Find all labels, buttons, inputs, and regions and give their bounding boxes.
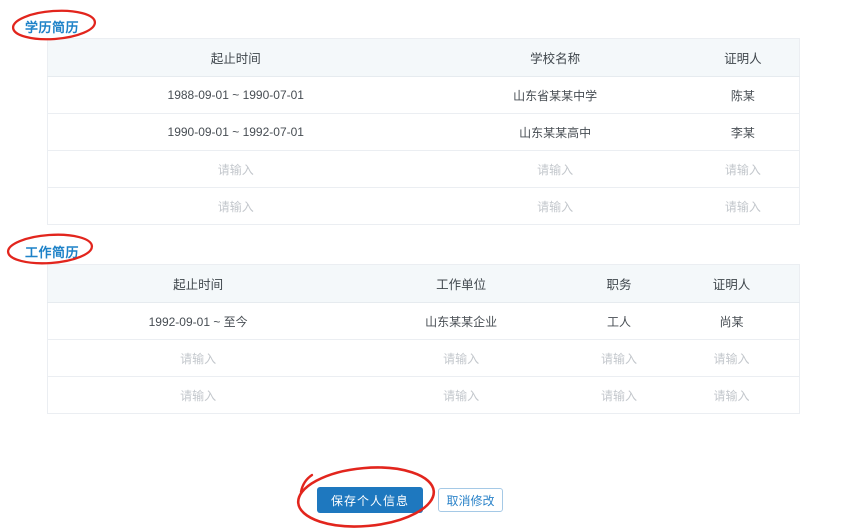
work-time-range-input-placeholder[interactable]: 请输入 xyxy=(48,340,349,377)
work-position-cell[interactable]: 工人 xyxy=(574,303,664,340)
table-row-empty: 请输入 请输入 请输入 请输入 xyxy=(48,340,800,377)
edu-time-range-cell[interactable]: 1988-09-01 ~ 1990-07-01 xyxy=(48,77,424,114)
work-employer-cell[interactable]: 山东某某企业 xyxy=(348,303,574,340)
column-header-time-range: 起止时间 xyxy=(48,265,349,303)
column-header-employer: 工作单位 xyxy=(348,265,574,303)
work-reference-input-placeholder[interactable]: 请输入 xyxy=(664,377,799,414)
education-history-table: 起止时间 学校名称 证明人 1988-09-01 ~ 1990-07-01 山东… xyxy=(47,38,800,225)
work-employer-input-placeholder[interactable]: 请输入 xyxy=(348,340,574,377)
column-header-time-range: 起止时间 xyxy=(48,39,424,77)
work-reference-input-placeholder[interactable]: 请输入 xyxy=(664,340,799,377)
table-row-empty: 请输入 请输入 请输入 xyxy=(48,151,800,188)
column-header-position: 职务 xyxy=(574,265,664,303)
save-personal-info-button[interactable]: 保存个人信息 xyxy=(317,487,423,513)
column-header-reference: 证明人 xyxy=(687,39,800,77)
edu-reference-input-placeholder[interactable]: 请输入 xyxy=(687,188,800,225)
table-row-empty: 请输入 请输入 请输入 请输入 xyxy=(48,377,800,414)
work-time-range-cell[interactable]: 1992-09-01 ~ 至今 xyxy=(48,303,349,340)
column-header-reference: 证明人 xyxy=(664,265,799,303)
work-history-table: 起止时间 工作单位 职务 证明人 1992-09-01 ~ 至今 山东某某企业 … xyxy=(47,264,800,414)
table-row: 1988-09-01 ~ 1990-07-01 山东省某某中学 陈某 xyxy=(48,77,800,114)
education-section-title: 学历简历 xyxy=(25,17,79,36)
table-row-empty: 请输入 请输入 请输入 xyxy=(48,188,800,225)
edu-school-input-placeholder[interactable]: 请输入 xyxy=(424,188,687,225)
work-position-input-placeholder[interactable]: 请输入 xyxy=(574,340,664,377)
work-employer-input-placeholder[interactable]: 请输入 xyxy=(348,377,574,414)
table-row: 1990-09-01 ~ 1992-07-01 山东某某高中 李某 xyxy=(48,114,800,151)
edu-reference-cell[interactable]: 李某 xyxy=(687,114,800,151)
work-time-range-input-placeholder[interactable]: 请输入 xyxy=(48,377,349,414)
annotation-stroke-save-button xyxy=(301,475,312,492)
cancel-changes-button[interactable]: 取消修改 xyxy=(438,488,503,512)
edu-time-range-cell[interactable]: 1990-09-01 ~ 1992-07-01 xyxy=(48,114,424,151)
column-header-school-name: 学校名称 xyxy=(424,39,687,77)
work-section-title: 工作简历 xyxy=(25,242,79,261)
edu-school-cell[interactable]: 山东省某某中学 xyxy=(424,77,687,114)
table-header-row: 起止时间 工作单位 职务 证明人 xyxy=(48,265,800,303)
edu-reference-cell[interactable]: 陈某 xyxy=(687,77,800,114)
personal-info-edit-page: 学历简历 起止时间 学校名称 证明人 1988-09-01 ~ 1990-07-… xyxy=(0,0,850,532)
edu-time-range-input-placeholder[interactable]: 请输入 xyxy=(48,188,424,225)
edu-time-range-input-placeholder[interactable]: 请输入 xyxy=(48,151,424,188)
work-position-input-placeholder[interactable]: 请输入 xyxy=(574,377,664,414)
edu-reference-input-placeholder[interactable]: 请输入 xyxy=(687,151,800,188)
edu-school-cell[interactable]: 山东某某高中 xyxy=(424,114,687,151)
table-header-row: 起止时间 学校名称 证明人 xyxy=(48,39,800,77)
edu-school-input-placeholder[interactable]: 请输入 xyxy=(424,151,687,188)
work-reference-cell[interactable]: 尚某 xyxy=(664,303,799,340)
table-row: 1992-09-01 ~ 至今 山东某某企业 工人 尚某 xyxy=(48,303,800,340)
